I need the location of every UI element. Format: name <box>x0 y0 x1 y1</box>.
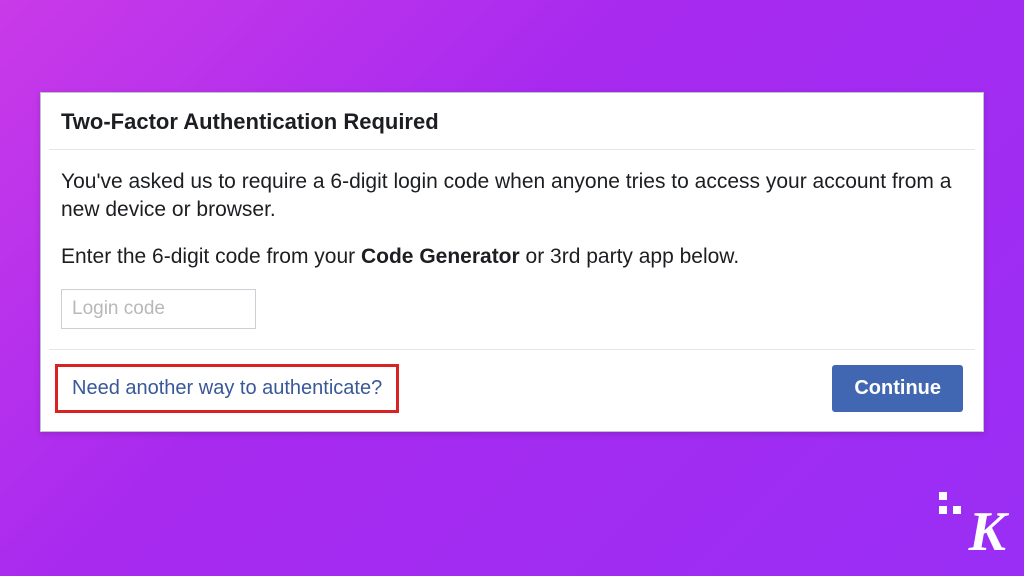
dialog-body: You've asked us to require a 6-digit log… <box>41 150 983 349</box>
dialog-footer: Need another way to authenticate? Contin… <box>41 350 983 431</box>
alt-auth-link[interactable]: Need another way to authenticate? <box>72 377 382 399</box>
watermark-letter: K <box>969 501 1006 563</box>
body-line-2-prefix: Enter the 6-digit code from your <box>61 245 361 268</box>
code-generator-label: Code Generator <box>361 245 520 268</box>
login-code-input[interactable] <box>61 289 256 329</box>
watermark-logo: K <box>969 500 1006 564</box>
dialog-title: Two-Factor Authentication Required <box>61 109 963 135</box>
continue-button[interactable]: Continue <box>832 365 963 412</box>
two-factor-dialog: Two-Factor Authentication Required You'v… <box>40 92 984 432</box>
body-line-2-suffix: or 3rd party app below. <box>520 245 739 268</box>
dialog-header: Two-Factor Authentication Required <box>41 93 983 149</box>
body-line-2: Enter the 6-digit code from your Code Ge… <box>61 243 963 271</box>
body-line-1: You've asked us to require a 6-digit log… <box>61 168 963 225</box>
alt-auth-highlight: Need another way to authenticate? <box>55 364 399 413</box>
watermark-dots-icon <box>939 492 961 514</box>
